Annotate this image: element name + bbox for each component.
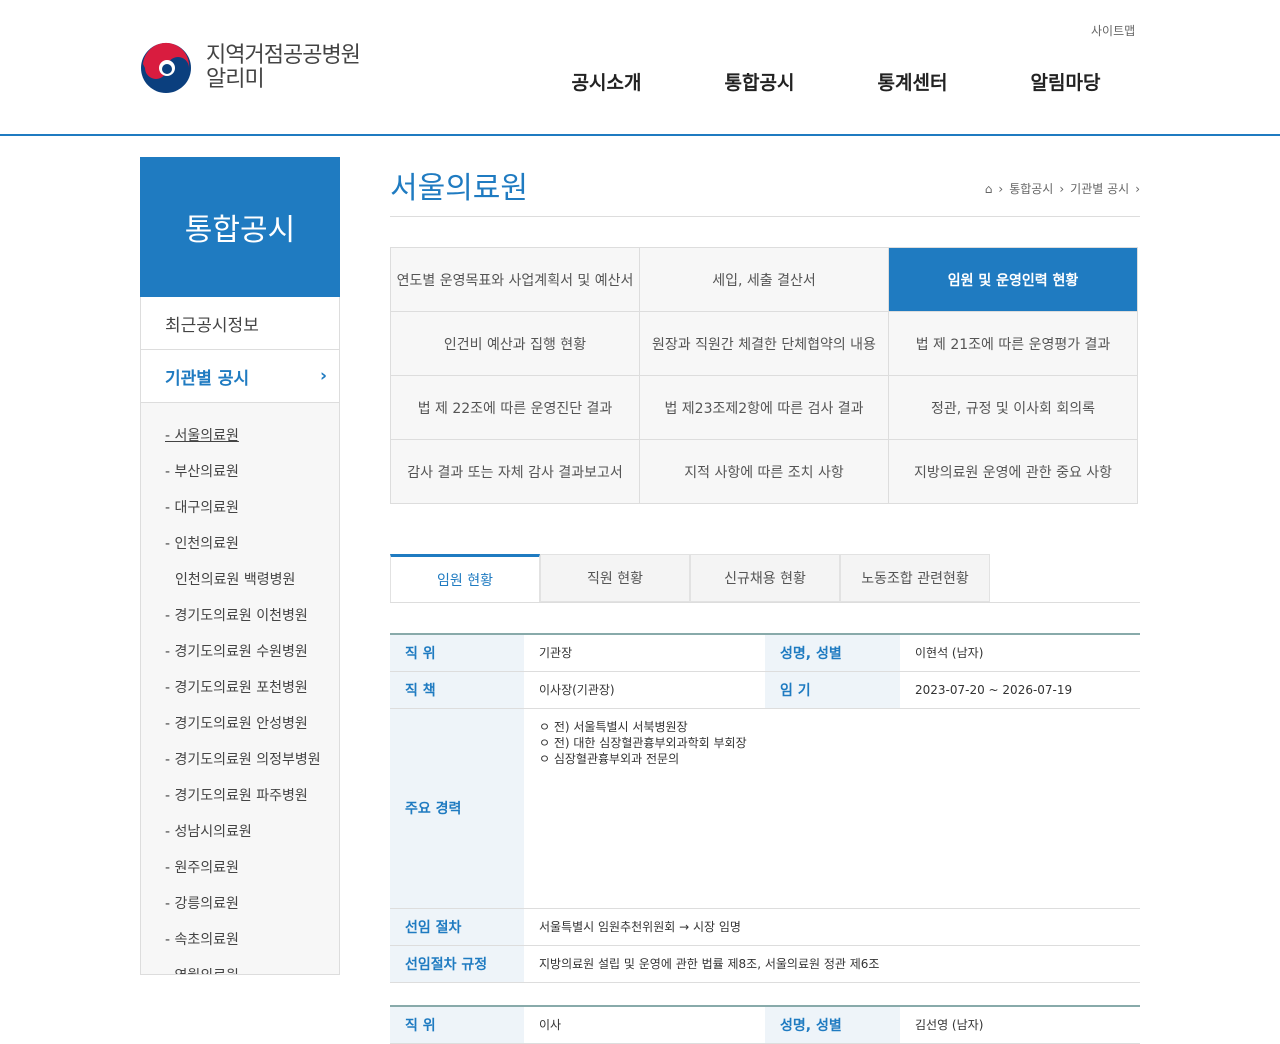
sub-item[interactable]: - 인천의료원 [141,525,339,561]
category-button-active[interactable]: 임원 및 운영인력 현황 [889,248,1138,312]
nav-item[interactable]: 통합공시 [683,68,836,95]
label: 직 위 [390,1006,524,1044]
taegeuk-logo-icon [141,42,191,93]
sub-item[interactable]: - 속초의료원 [141,921,339,957]
label: 임 기 [765,671,900,709]
value: 이현석 (남자) [900,634,1140,672]
label: 주요 경력 [390,708,524,909]
sidebar-item-recent[interactable]: 최근공시정보 [140,297,340,350]
sub-item[interactable]: - 경기도의료원 이천병원 [141,597,339,633]
sub-item[interactable]: - 대구의료원 [141,489,339,525]
header: 사이트맵 지역거점공공병원 알리미 공시소개 통합공시 통계센터 알림마당 [0,0,1280,136]
value: 서울특별시 임원추천위원회 → 시장 임명 [524,908,1140,946]
tab-hiring[interactable]: 신규채용 현황 [690,554,840,602]
career-list: ㅇ 전) 서울특별시 서북병원장 ㅇ 전) 대한 심장혈관흉부외과학회 부회장 ㅇ … [524,708,1140,909]
sub-item[interactable]: - 강릉의료원 [141,885,339,921]
category-button[interactable]: 인건비 예산과 집행 현황 [391,312,640,376]
divider [390,216,1140,217]
tab-union[interactable]: 노동조합 관련현황 [840,554,990,602]
tab-bar: 임원 현황 직원 현황 신규채용 현황 노동조합 관련현황 [390,554,1140,603]
sidebar: 통합공시 최근공시정보 기관별 공시 › - 서울의료원 - 부산의료원 - 대구… [140,157,340,975]
category-button[interactable]: 정관, 규정 및 이사회 회의록 [889,376,1138,440]
sub-item[interactable]: - 부산의료원 [141,453,339,489]
sub-item[interactable]: - 경기도의료원 포천병원 [141,669,339,705]
tab-officers[interactable]: 임원 현황 [390,554,540,602]
category-button[interactable]: 원장과 직원간 체결한 단체협약의 내용 [640,312,889,376]
value: 이사장(기관장) [524,671,765,709]
breadcrumb: ⌂ › 통합공시 › 기관별 공시 › [984,180,1140,197]
category-button[interactable]: 법 제 22조에 따른 운영진단 결과 [391,376,640,440]
value: 지방의료원 설립 및 운영에 관한 법률 제8조, 서울의료원 정관 제6조 [524,945,1140,983]
category-button[interactable]: 지방의료원 운영에 관한 중요 사항 [889,440,1138,504]
category-grid: 연도별 운영목표와 사업계획서 및 예산서 세입, 세출 결산서 임원 및 운영… [390,247,1138,504]
label: 직 책 [390,671,524,709]
value: 2023-07-20 ~ 2026-07-19 [900,671,1140,709]
sub-item[interactable]: - 경기도의료원 의정부병원 [141,741,339,777]
chevron-right-icon: › [319,366,327,386]
main-nav: 공시소개 통합공시 통계센터 알림마당 [530,68,1142,95]
nav-item[interactable]: 통계센터 [836,68,989,95]
logo[interactable]: 지역거점공공병원 알리미 [140,42,361,94]
breadcrumb-item[interactable]: 통합공시 [1009,180,1053,197]
breadcrumb-item[interactable]: 기관별 공시 [1070,180,1129,197]
category-button[interactable]: 세입, 세출 결산서 [640,248,889,312]
logo-title: 지역거점공공병원 [206,43,361,68]
label: 선임 절차 [390,908,524,946]
category-button[interactable]: 지적 사항에 따른 조치 사항 [640,440,889,504]
home-icon[interactable]: ⌂ [985,182,993,196]
sidebar-item-label: 기관별 공시 [165,368,250,389]
label: 선임절차 규정 [390,945,524,983]
sub-item[interactable]: 인천의료원 백령병원 [141,561,339,597]
sub-item[interactable]: - 성남시의료원 [141,813,339,849]
category-button[interactable]: 연도별 운영목표와 사업계획서 및 예산서 [391,248,640,312]
category-button[interactable]: 법 제23조제2항에 따른 검사 결과 [640,376,889,440]
page-title: 서울의료원 [390,171,528,206]
sub-item[interactable]: - 서울의료원 [141,417,339,453]
label: 직 위 [390,634,524,672]
category-button[interactable]: 감사 결과 또는 자체 감사 결과보고서 [391,440,640,504]
sub-item[interactable]: - 경기도의료원 파주병원 [141,777,339,813]
logo-subtitle: 알리미 [206,67,265,92]
sidebar-sublist: - 서울의료원 - 부산의료원 - 대구의료원 - 인천의료원 인천의료원 백령… [140,403,340,975]
officer-table: 직 위 이사 성명, 성별 김선영 (남자) [390,1005,1140,1044]
nav-item[interactable]: 공시소개 [530,68,683,95]
sidebar-title: 통합공시 [140,157,340,297]
sub-item[interactable]: - 원주의료원 [141,849,339,885]
sidebar-item-agency[interactable]: 기관별 공시 › [140,350,340,403]
tab-staff[interactable]: 직원 현황 [540,554,690,602]
category-button[interactable]: 법 제 21조에 따른 운영평가 결과 [889,312,1138,376]
label: 성명, 성별 [765,634,900,672]
sub-item[interactable]: - 경기도의료원 안성병원 [141,705,339,741]
nav-item[interactable]: 알림마당 [989,68,1142,95]
value: 김선영 (남자) [900,1006,1140,1044]
label: 성명, 성별 [765,1006,900,1044]
officer-table: 직 위 기관장 성명, 성별 이현석 (남자) 직 책 이사장(기관장) 임 기 2023-… [390,633,1140,983]
value: 이사 [524,1006,765,1044]
value: 기관장 [524,634,765,672]
sitemap-link[interactable]: 사이트맵 [1091,22,1135,39]
sub-item[interactable]: - 영월의료원 [141,957,339,974]
sub-item[interactable]: - 경기도의료원 수원병원 [141,633,339,669]
